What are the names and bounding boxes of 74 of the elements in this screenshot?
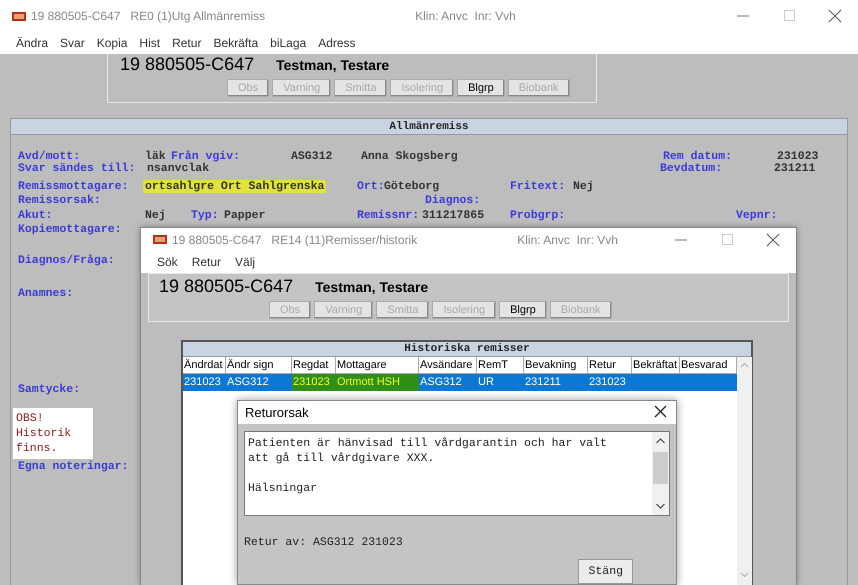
field-value: ASG312	[291, 150, 332, 163]
field-label: Kopiemottagare:	[18, 223, 122, 236]
field-label: Vepnr:	[736, 209, 778, 222]
table-cell-text: ASG312	[419, 375, 463, 390]
field-label: Remissorsak:	[18, 194, 101, 207]
field-value: 311217865	[422, 209, 484, 222]
table-cell: 231023	[292, 374, 336, 391]
field-label: Fritext:	[510, 180, 566, 193]
flag-button[interactable]: Blgrp	[457, 79, 505, 97]
table-cell-text: ASG312	[226, 375, 270, 390]
field-label: Svar sändes till:	[18, 162, 136, 175]
field-label: Från vgiv:	[171, 150, 240, 163]
app-logo-icon	[12, 12, 26, 20]
field-value: läk	[145, 150, 166, 163]
history-notice: OBS! Historik finns.	[13, 408, 93, 459]
field-label: Akut:	[18, 209, 53, 222]
table-cell-text: 231023	[183, 375, 222, 390]
field-value: 231023	[777, 150, 818, 163]
field-value: Göteborg	[384, 180, 440, 193]
field-label: Anamnes:	[18, 287, 74, 300]
menu-item[interactable]: Hist	[139, 34, 160, 52]
table-heading: Historiska remisser	[183, 342, 751, 357]
field-label: Egna noteringar:	[18, 460, 128, 473]
table-row[interactable]: 231023 ASG312 231023 Ortmott HSH ASG312 UR 231211 231023	[183, 374, 737, 391]
patient-id: 19 880505-C647	[120, 54, 254, 74]
table-cell-text: 231211	[524, 375, 562, 390]
field-label: Typ:	[191, 209, 219, 222]
scrollbar-icon[interactable]	[737, 357, 752, 585]
menu-item[interactable]: biLaga	[270, 34, 306, 52]
table-cell-text: UR	[477, 375, 495, 390]
field-value: Nej	[573, 180, 594, 193]
field-label: Diagnos/Fråga:	[18, 254, 115, 267]
menu-item[interactable]: Retur	[172, 34, 202, 52]
menu-item[interactable]: Sök	[157, 253, 178, 271]
section-heading: Allmänremiss	[11, 119, 847, 135]
window-context: Klin: Anvc Inr: Vvh	[415, 8, 516, 25]
menu-item[interactable]: Välj	[235, 253, 256, 271]
patient-name: Testman, Testare	[315, 278, 428, 297]
menu-item[interactable]: Kopia	[96, 34, 128, 52]
field-value: Papper	[224, 209, 266, 222]
table-cell: Ortmott HSH	[336, 374, 419, 391]
field-value: 231211	[774, 162, 816, 175]
close-button[interactable]: Stäng	[578, 559, 633, 584]
app-logo-icon	[153, 235, 167, 244]
patient-name: Testman, Testare	[276, 56, 390, 75]
field-label: Remissnr:	[357, 209, 420, 222]
menu-item[interactable]: Retur	[192, 253, 222, 271]
menu-item[interactable]: Bekräfta	[213, 34, 258, 52]
field-label: Samtycke:	[18, 383, 80, 396]
returned-by-text: Retur av: ASG312 231023	[244, 534, 404, 551]
message-field[interactable]: Patienten är hänvisad till vårdgarantin och har valt att gå till vårdgivare XXX. Hälsningar	[244, 430, 670, 516]
scrollbar-icon[interactable]	[652, 432, 669, 515]
field-value: ortsahlgre Ort Sahlgrenska	[143, 180, 326, 193]
table-cell-text: 231023	[588, 375, 627, 390]
field-label: Remissmottagare:	[18, 180, 128, 193]
message-text: Patienten är hänvisad till vårdgarantin och har valt att gå till vårdgivare XXX. Hälsningar	[247, 436, 608, 497]
flag-button[interactable]: Blgrp	[499, 301, 547, 319]
field-label: Ort:	[357, 180, 385, 193]
field-label: Bevdatum:	[660, 162, 722, 175]
field-label: Avd/mott:	[18, 150, 80, 163]
field-label: Diagnos:	[425, 194, 480, 207]
window-title: 19 880505-C647 RE0 (1)Utg Allmänremiss	[31, 8, 266, 25]
menu-item[interactable]: Svar	[60, 34, 85, 52]
field-value: Anna Skogsberg	[361, 150, 458, 163]
menu-item[interactable]: Ändra	[16, 34, 48, 52]
window-context: Klin: Anvc Inr: Vvh	[517, 232, 618, 248]
patient-id: 19 880505-C647	[159, 276, 294, 296]
field-value: Nej	[145, 209, 166, 222]
menu-item[interactable]: Adress	[318, 34, 356, 52]
field-label: Rem datum:	[663, 150, 732, 163]
field-value: nsanvclak	[147, 162, 210, 175]
dialog-title: Returorsak	[245, 404, 309, 422]
window-title: 19 880505-C647 RE14 (11)Remisser/historik	[172, 232, 418, 248]
field-label: Probgrp:	[510, 209, 566, 222]
